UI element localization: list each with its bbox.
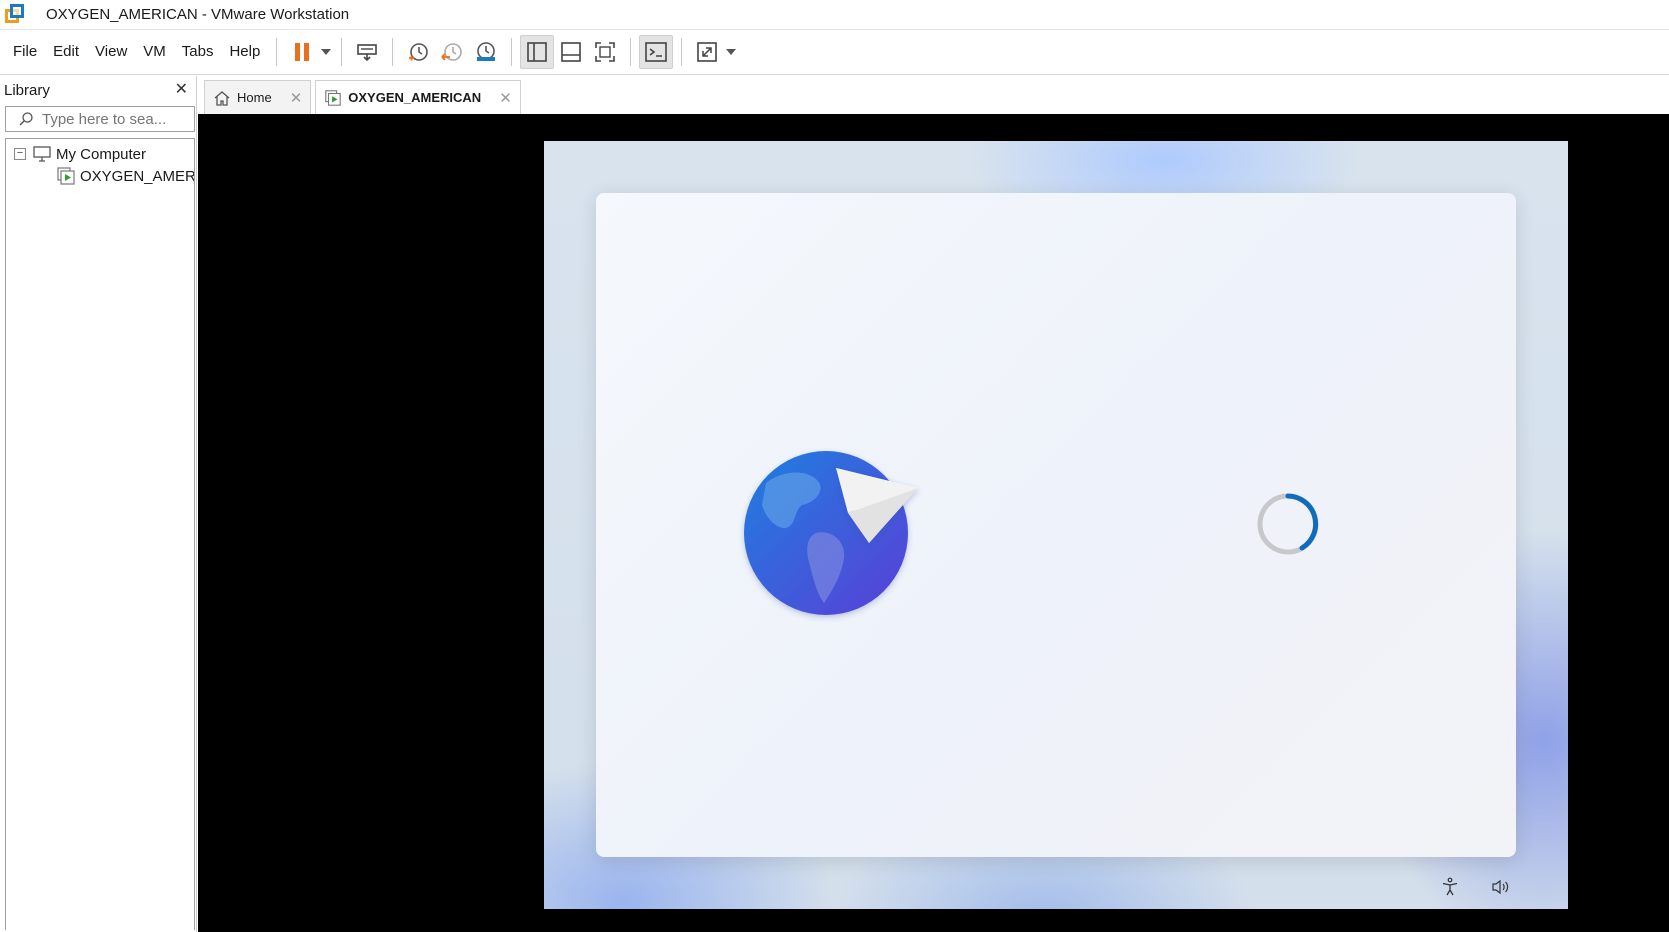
library-close-button[interactable]: ✕ (175, 82, 188, 98)
library-title: Library (4, 81, 50, 99)
menu-help[interactable]: Help (221, 36, 268, 68)
menu-toolbar: File Edit View VM Tabs Help (0, 30, 1669, 75)
library-search (5, 106, 195, 132)
stretch-dropdown-button[interactable] (724, 35, 738, 69)
toolbar-divider (681, 38, 683, 66)
computer-icon (33, 146, 51, 162)
guest-corner-icons (1440, 877, 1510, 897)
snapshot-revert-icon (441, 43, 463, 61)
tab-close-button[interactable]: ✕ (499, 89, 512, 107)
toolbar-divider (276, 38, 278, 66)
accessibility-icon[interactable] (1440, 877, 1460, 897)
tree-item-vm[interactable]: OXYGEN_AMERIC (6, 165, 194, 187)
snapshot-manager-icon (477, 42, 496, 61)
tree-item-my-computer[interactable]: − My Computer (6, 143, 194, 165)
vm-console[interactable] (198, 114, 1669, 932)
toolbar-divider (511, 38, 513, 66)
menu-vm[interactable]: VM (135, 36, 174, 68)
oobe-card (596, 193, 1516, 857)
tree-item-label: OXYGEN_AMERIC (80, 167, 194, 185)
revert-snapshot-button[interactable] (435, 35, 469, 69)
send-ctrl-alt-del-button[interactable] (350, 35, 384, 69)
library-search-input[interactable] (42, 110, 174, 128)
tab-label: Home (237, 90, 272, 105)
menu-edit[interactable]: Edit (45, 36, 87, 68)
tab-home[interactable]: Home ✕ (204, 80, 312, 114)
pause-button[interactable] (285, 35, 319, 69)
globe-paper-plane-icon (744, 451, 918, 615)
take-snapshot-button[interactable] (401, 35, 435, 69)
show-thumbnail-bar-button[interactable] (554, 35, 588, 69)
library-panel: Library ✕ − My Computer OXYGEN_AMERIC (0, 76, 197, 932)
chevron-down-icon (726, 49, 737, 55)
chevron-down-icon (321, 49, 332, 55)
vm-running-icon (57, 167, 75, 185)
power-dropdown-button[interactable] (319, 35, 333, 69)
show-library-button[interactable] (520, 35, 555, 69)
title-bar: OXYGEN_AMERICAN - VMware Workstation (0, 0, 1669, 30)
tab-oxygen-american[interactable]: OXYGEN_AMERICAN ✕ (315, 80, 521, 114)
library-tree: − My Computer OXYGEN_AMERIC (5, 138, 195, 930)
console-view-icon (645, 42, 668, 62)
console-view-button[interactable] (639, 35, 674, 69)
snapshot-take-icon (409, 43, 429, 61)
show-thumbnail-bar-icon (561, 42, 582, 62)
volume-icon[interactable] (1490, 877, 1510, 897)
tree-item-label: My Computer (56, 145, 147, 163)
tab-close-button[interactable]: ✕ (290, 89, 303, 107)
stretch-guest-button[interactable] (690, 35, 724, 69)
search-dropdown-button[interactable] (174, 111, 194, 127)
menu-file[interactable]: File (5, 36, 45, 68)
send-ctrl-alt-del-icon (357, 44, 378, 62)
tab-label: OXYGEN_AMERICAN (348, 90, 482, 105)
show-library-icon (527, 42, 548, 62)
home-icon (214, 90, 230, 106)
vm-running-icon (325, 89, 342, 106)
loading-spinner-icon (1257, 493, 1319, 555)
tree-collapse-toggle[interactable]: − (14, 148, 26, 160)
pause-icon (295, 43, 310, 61)
toolbar-divider (341, 38, 343, 66)
tab-strip: Home ✕ OXYGEN_AMERICAN ✕ (198, 76, 1669, 114)
full-screen-button[interactable] (588, 35, 622, 69)
toolbar-divider (630, 38, 632, 66)
search-icon (19, 112, 33, 126)
full-screen-icon (595, 42, 616, 62)
library-header: Library ✕ (0, 76, 196, 104)
stretch-guest-icon (697, 42, 718, 62)
menu-view[interactable]: View (87, 36, 135, 68)
vmware-logo-icon (4, 3, 26, 26)
menu-tabs[interactable]: Tabs (174, 36, 222, 68)
guest-screen[interactable] (544, 141, 1568, 909)
toolbar-divider (392, 38, 394, 66)
snapshot-manager-button[interactable] (469, 35, 503, 69)
window-title: OXYGEN_AMERICAN - VMware Workstation (46, 6, 350, 23)
